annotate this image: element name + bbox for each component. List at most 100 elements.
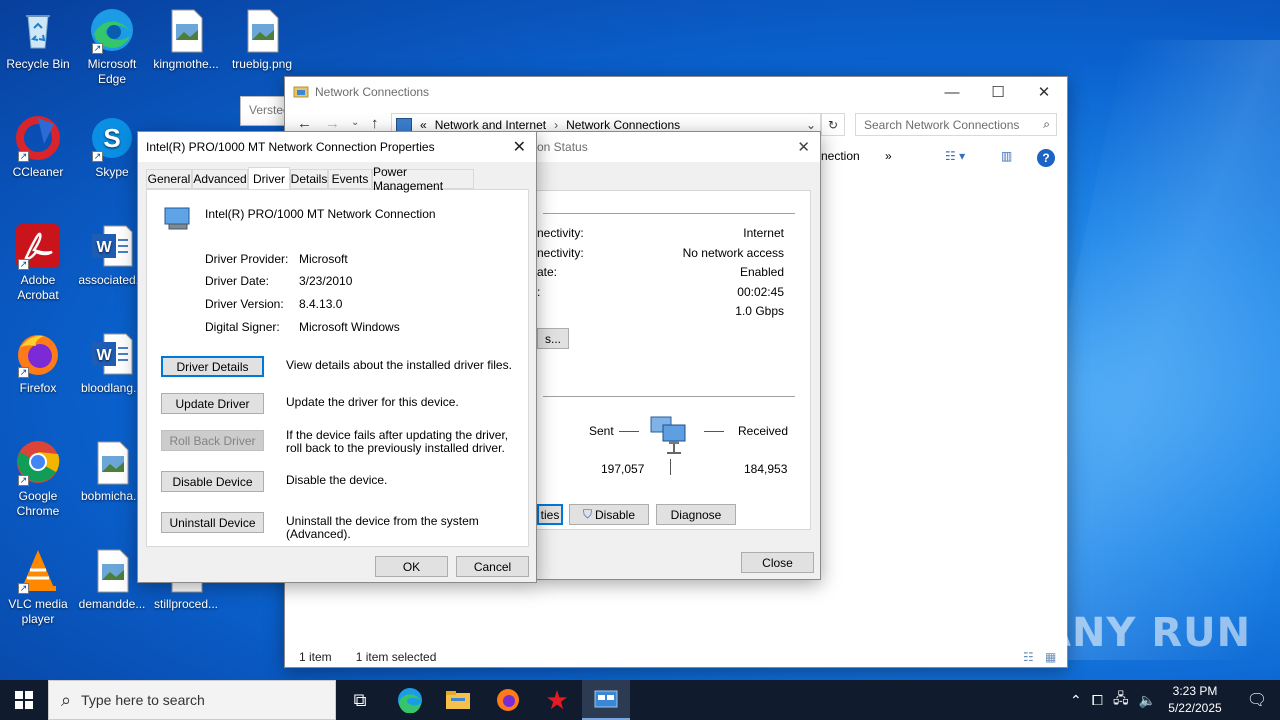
- more-commands-icon[interactable]: »: [885, 149, 892, 163]
- disable-device-button[interactable]: Disable Device: [161, 471, 264, 492]
- taskbar-app-star[interactable]: ★: [533, 680, 581, 720]
- icon-label: demandde...: [78, 597, 146, 611]
- desktop-icon-recycle-bin[interactable]: Recycle Bin: [0, 6, 76, 72]
- properties-titlebar[interactable]: Intel(R) PRO/1000 MT Network Connection …: [138, 132, 536, 162]
- driver-info-label: Driver Provider:: [205, 252, 289, 266]
- status-selected-count: 1 item selected: [355, 650, 437, 664]
- taskbar-network-connections[interactable]: [582, 680, 630, 720]
- desktop-icon-firefox[interactable]: ↗ Firefox: [0, 330, 76, 396]
- clock[interactable]: 3:23 PM 5/22/2025: [1160, 683, 1230, 717]
- svg-text:S: S: [103, 123, 120, 153]
- roll-back-driver-button[interactable]: Roll Back Driver: [161, 430, 264, 451]
- tab-power-management[interactable]: Power Management: [372, 165, 474, 193]
- cancel-button[interactable]: Cancel: [456, 556, 529, 577]
- icon-label: Firefox: [19, 381, 57, 395]
- ok-button[interactable]: OK: [375, 556, 448, 577]
- back-icon[interactable]: ←: [297, 115, 312, 132]
- tab-driver[interactable]: Driver: [248, 167, 290, 189]
- task-view-button[interactable]: ⧉: [336, 680, 384, 720]
- network-computers-icon: [649, 413, 695, 460]
- maximize-button[interactable]: ☐: [975, 77, 1021, 107]
- tab-details[interactable]: Details: [290, 169, 328, 189]
- properties-button[interactable]: ties: [537, 504, 563, 525]
- status-close-button[interactable]: Close: [741, 552, 814, 573]
- start-button[interactable]: [0, 680, 48, 720]
- network-tray-icon[interactable]: 🖧: [1113, 688, 1129, 712]
- search-icon: ⌕: [1043, 117, 1050, 131]
- details-view-icon[interactable]: ☷: [1023, 650, 1034, 664]
- forward-icon[interactable]: →: [325, 115, 340, 132]
- search-box[interactable]: Search Network Connections ⌕: [855, 113, 1057, 136]
- desktop-icon-vlc[interactable]: ↗ VLC media player: [0, 546, 76, 627]
- svg-text:W: W: [96, 239, 112, 256]
- properties-title: Intel(R) PRO/1000 MT Network Connection …: [146, 140, 435, 154]
- recent-locations-icon[interactable]: ⌄: [351, 117, 359, 128]
- network-connections-titlebar[interactable]: Network Connections — ☐ ✕: [285, 77, 1067, 107]
- tray-overflow-icon[interactable]: ⌃: [1070, 692, 1082, 709]
- taskbar-edge[interactable]: [386, 680, 434, 720]
- toolbar-connection-item[interactable]: nection »: [821, 149, 892, 163]
- clock-time: 3:23 PM: [1172, 684, 1218, 698]
- up-icon[interactable]: ↑: [371, 115, 379, 132]
- desktop-icon-edge[interactable]: ↗ Microsoft Edge: [74, 6, 150, 87]
- minimize-button[interactable]: —: [929, 77, 975, 107]
- address-dropdown-icon[interactable]: ⌄: [806, 118, 816, 132]
- connection-group-line: [543, 213, 795, 214]
- taskbar-file-explorer[interactable]: [434, 680, 482, 720]
- volume-icon[interactable]: 🔈: [1139, 692, 1156, 709]
- ethernet-status-dialog[interactable]: on Status ✕ nectivity: Internet nectivity:…: [536, 131, 821, 580]
- refresh-icon[interactable]: ↻: [821, 113, 845, 136]
- help-icon[interactable]: ?: [1037, 149, 1055, 167]
- breadcrumb-overflow[interactable]: «: [420, 118, 427, 132]
- properties-dialog[interactable]: Intel(R) PRO/1000 MT Network Connection …: [137, 131, 537, 583]
- breadcrumb-separator-icon: ›: [554, 117, 559, 132]
- search-placeholder: Search Network Connections: [864, 117, 1020, 132]
- taskbar-search-box[interactable]: ⌕ Type here to search: [48, 680, 336, 720]
- desktop: Recycle Bin ↗ Microsoft Edge kingmothe..…: [0, 0, 1280, 680]
- breadcrumb-network-internet[interactable]: Network and Internet: [435, 118, 546, 132]
- breadcrumb-network-connections[interactable]: Network Connections: [566, 118, 680, 132]
- status-row-label: nectivity:: [537, 246, 584, 260]
- status-row-label: ate:: [537, 265, 558, 279]
- disable-button[interactable]: ⛉ Disable: [569, 504, 649, 525]
- bytes-received: 184,953: [744, 462, 788, 476]
- status-dialog-titlebar[interactable]: on Status ✕: [537, 132, 820, 162]
- status-row-value: Enabled: [739, 265, 784, 279]
- details-button[interactable]: s...: [537, 328, 569, 349]
- action-description: Uninstall the device from the system (Ad…: [286, 514, 479, 541]
- network-folder-icon: [293, 85, 309, 99]
- status-dialog-close-icon[interactable]: ✕: [797, 138, 810, 156]
- preview-pane-icon[interactable]: ▥: [1001, 149, 1012, 163]
- status-row-value: 00:02:45: [737, 285, 784, 299]
- icon-label: kingmothe...: [153, 57, 219, 71]
- close-button[interactable]: ✕: [1021, 77, 1067, 107]
- desktop-icon-ccleaner[interactable]: ↗ CCleaner: [0, 114, 76, 180]
- image-file-icon: [88, 546, 136, 594]
- icon-label: Adobe Acrobat: [17, 273, 59, 302]
- change-view-icon[interactable]: ☷ ▾: [945, 149, 965, 163]
- desktop-icon-truebig[interactable]: truebig.png: [224, 6, 300, 72]
- icon-label: Google Chrome: [16, 489, 60, 518]
- driver-info-value: Microsoft Windows: [299, 320, 400, 334]
- status-dialog-title: on Status: [537, 140, 588, 154]
- driver-tab-panel: Intel(R) PRO/1000 MT Network Connection …: [146, 189, 529, 547]
- status-row-label: :: [537, 285, 541, 299]
- tab-advanced[interactable]: Advanced: [192, 169, 248, 189]
- tab-general[interactable]: General: [146, 169, 192, 189]
- status-row-value: No network access: [682, 246, 784, 260]
- tray-app-icon[interactable]: ⧠: [1092, 692, 1103, 709]
- uninstall-device-button[interactable]: Uninstall Device: [161, 512, 264, 533]
- edge-icon: ↗: [88, 6, 136, 54]
- desktop-icon-acrobat[interactable]: ↗ Adobe Acrobat: [0, 222, 76, 303]
- action-center-button[interactable]: 🗨: [1234, 680, 1280, 720]
- diagnose-button[interactable]: Diagnose: [656, 504, 736, 525]
- image-file-icon: [162, 6, 210, 54]
- desktop-icon-chrome[interactable]: ↗ Google Chrome: [0, 438, 76, 519]
- tab-events[interactable]: Events: [328, 169, 372, 189]
- update-driver-button[interactable]: Update Driver: [161, 393, 264, 414]
- desktop-icon-kingmothe[interactable]: kingmothe...: [148, 6, 224, 72]
- properties-close-icon[interactable]: ✕: [513, 137, 526, 157]
- taskbar-firefox[interactable]: [484, 680, 532, 720]
- icon-label: stillproced...: [153, 597, 219, 611]
- driver-details-button[interactable]: Driver Details: [161, 356, 264, 377]
